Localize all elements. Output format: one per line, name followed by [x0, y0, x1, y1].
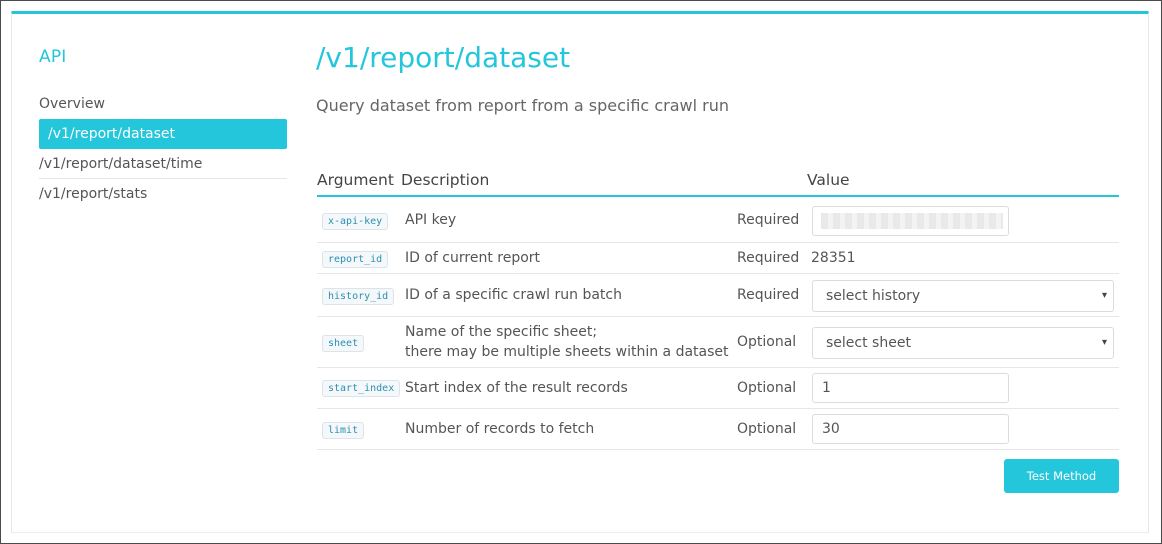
start-index-input[interactable]: 1	[812, 373, 1009, 403]
arg-requirement: Optional	[737, 421, 797, 437]
sidebar-nav: Overview /v1/report/dataset /v1/report/d…	[39, 89, 287, 209]
report-id-value: 28351	[811, 250, 856, 266]
header-value: Value	[807, 171, 850, 189]
header-argument: Argument	[317, 171, 394, 189]
arg-description-line2: there may be multiple sheets within a da…	[405, 344, 729, 360]
arg-requirement: Required	[737, 212, 800, 228]
arg-tag-history-id: history_id	[322, 288, 395, 305]
limit-input[interactable]: 30	[812, 414, 1009, 444]
arg-description: ID of current report	[405, 250, 541, 266]
table-row: history_id ID of a specific crawl run ba…	[317, 274, 1119, 317]
sheet-select-value: select sheet	[826, 335, 911, 351]
table-row: start_index Start index of the result re…	[317, 368, 1119, 409]
table-row: report_id ID of current report Required …	[317, 243, 1119, 274]
page-subtitle: Query dataset from report from a specifi…	[316, 96, 729, 115]
arguments-table: Argument Description Value x-api-key API…	[317, 167, 1119, 450]
top-accent-bar	[11, 11, 1149, 14]
arg-description: Start index of the result records	[405, 380, 628, 396]
history-select[interactable]: select history ▾	[812, 280, 1114, 312]
masked-api-key	[821, 213, 1003, 229]
sidebar-title: API	[39, 47, 67, 67]
table-header: Argument Description Value	[317, 167, 1119, 197]
arg-requirement: Optional	[737, 380, 797, 396]
sheet-select[interactable]: select sheet ▾	[812, 327, 1114, 359]
app-frame: API Overview /v1/report/dataset /v1/repo…	[0, 0, 1162, 544]
arg-description: API key	[405, 212, 457, 228]
chevron-down-icon: ▾	[1101, 290, 1107, 301]
panel-edge	[11, 532, 1149, 533]
table-row: limit Number of records to fetch Optiona…	[317, 409, 1119, 450]
arg-requirement: Required	[737, 287, 800, 303]
header-description: Description	[401, 171, 490, 189]
history-select-value: select history	[826, 288, 921, 304]
table-row: sheet Name of the specific sheet; there …	[317, 317, 1119, 368]
arg-description: Number of records to fetch	[405, 421, 595, 437]
chevron-down-icon: ▾	[1101, 337, 1107, 348]
arg-requirement: Optional	[737, 334, 797, 350]
table-row: x-api-key API key Required	[317, 197, 1119, 243]
page-title: /v1/report/dataset	[316, 41, 571, 74]
panel-edge	[11, 13, 12, 533]
sidebar-item-report-dataset-time[interactable]: /v1/report/dataset/time	[39, 149, 287, 179]
sidebar-item-report-stats[interactable]: /v1/report/stats	[39, 179, 287, 209]
arg-tag-x-api-key: x-api-key	[322, 213, 389, 230]
arg-tag-sheet: sheet	[322, 335, 365, 352]
sidebar-item-report-dataset[interactable]: /v1/report/dataset	[39, 119, 287, 149]
arg-tag-report-id: report_id	[322, 251, 389, 268]
arg-description-line1: Name of the specific sheet;	[405, 324, 598, 340]
arg-requirement: Required	[737, 250, 800, 266]
sidebar-item-overview[interactable]: Overview	[39, 89, 287, 119]
arg-description: ID of a specific crawl run batch	[405, 287, 622, 303]
api-key-input[interactable]	[812, 206, 1009, 236]
panel-edge	[1148, 13, 1149, 533]
arg-tag-start-index: start_index	[322, 380, 401, 397]
test-method-button[interactable]: Test Method	[1004, 459, 1119, 493]
arg-tag-limit: limit	[322, 422, 365, 439]
